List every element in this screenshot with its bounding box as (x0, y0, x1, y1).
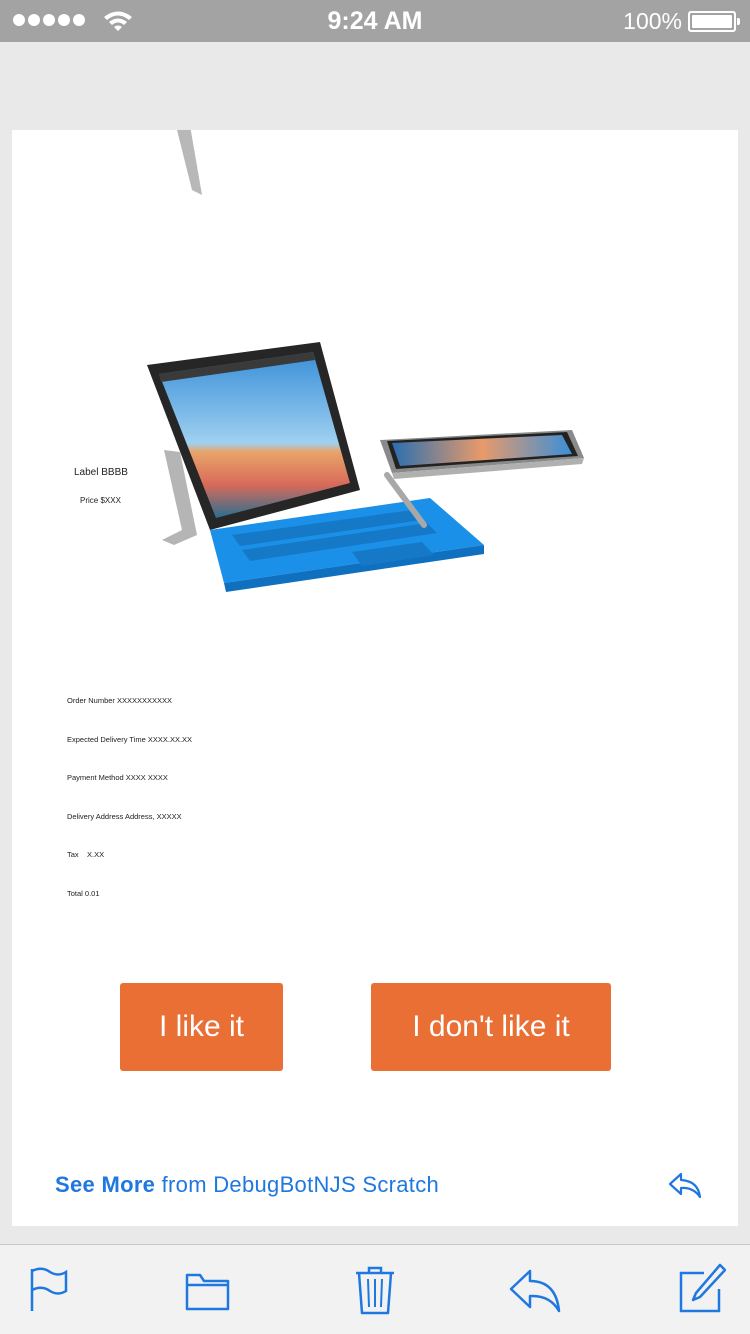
trash-icon[interactable] (350, 1263, 400, 1315)
item-price: Price $XXX (80, 496, 121, 505)
battery-icon (688, 11, 740, 32)
reply-icon[interactable] (508, 1263, 562, 1315)
message-card: Label BBBB Price $XXX Order Number XXXXX… (12, 130, 738, 1226)
receipt-order-number: Order Number XXXXXXXXXXX (67, 696, 173, 705)
reply-icon[interactable] (667, 1170, 703, 1200)
see-more-source: from DebugBotNJS Scratch (155, 1172, 440, 1197)
flag-icon[interactable] (24, 1263, 74, 1315)
product-image (147, 342, 584, 592)
dislike-button[interactable]: I don't like it (371, 983, 611, 1071)
receipt-delivery-time: Expected Delivery Time XXXX.XX.XX (67, 734, 193, 744)
status-bar: 9:24 AM 100% (0, 0, 750, 42)
receipt-tax: Tax X.XX (67, 850, 105, 860)
folder-icon[interactable] (182, 1263, 232, 1315)
item-label: Label BBBB (74, 467, 128, 478)
receipt: Order Number XXXXXXXXXXX Expected Delive… (67, 696, 192, 928)
bottom-toolbar (0, 1244, 750, 1334)
receipt-total: Total 0.01 (67, 888, 100, 898)
like-button[interactable]: I like it (120, 983, 283, 1071)
battery-percent: 100% (623, 8, 682, 34)
compose-icon[interactable] (676, 1263, 726, 1315)
receipt-payment-method: Payment Method XXXX XXXX (67, 773, 168, 783)
receipt-delivery-address: Delivery Address Address, XXXXX (67, 811, 182, 821)
see-more-label: See More (55, 1172, 156, 1197)
product-image-top (177, 130, 202, 195)
see-more-link[interactable]: See More from DebugBotNJS Scratch (55, 1172, 439, 1198)
